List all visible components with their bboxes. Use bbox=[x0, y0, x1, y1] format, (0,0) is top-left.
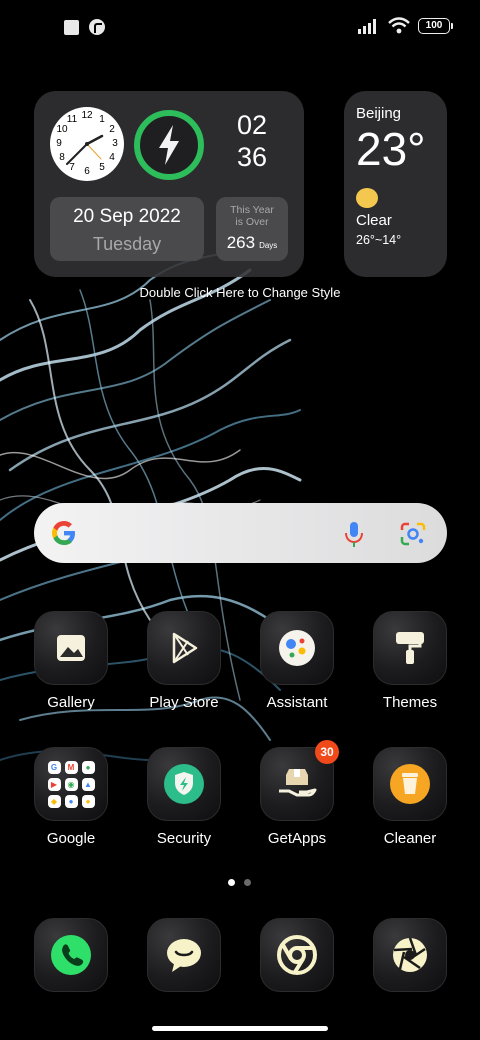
clock-hands bbox=[66, 134, 104, 165]
lens-icon[interactable] bbox=[400, 522, 426, 546]
sun-icon bbox=[356, 188, 378, 208]
folder-app-icon: ◉ bbox=[64, 777, 78, 791]
page-dot-active bbox=[228, 879, 235, 886]
dock-chrome[interactable] bbox=[247, 918, 347, 992]
app-google-folder[interactable]: G M ● ▶ ◉ ▲ ◆ ● ● Google bbox=[21, 747, 121, 847]
weather-temperature: 23° bbox=[356, 123, 426, 175]
minute-text: 36 bbox=[236, 142, 268, 172]
app-label: Google bbox=[46, 830, 96, 847]
google-g-icon bbox=[52, 521, 75, 545]
dock-phone[interactable] bbox=[21, 918, 121, 992]
app-getapps[interactable]: 30 GetApps bbox=[247, 740, 347, 847]
weather-range: 26°~14° bbox=[356, 233, 402, 247]
change-style-hint[interactable]: Double Click Here to Change Style bbox=[0, 285, 480, 300]
wifi-icon bbox=[388, 17, 410, 34]
app-security[interactable]: Security bbox=[134, 747, 234, 847]
page-indicator bbox=[228, 879, 251, 886]
mic-icon[interactable] bbox=[342, 520, 366, 548]
security-icon bbox=[147, 747, 221, 821]
page-dot bbox=[244, 879, 251, 886]
battery-ring-icon bbox=[134, 110, 204, 180]
folder-app-icon: ● bbox=[81, 794, 95, 808]
status-bar: 100 bbox=[0, 0, 480, 54]
dock-camera[interactable] bbox=[360, 918, 460, 992]
phone-icon bbox=[34, 918, 108, 992]
clock-widget[interactable]: 12 1 2 3 4 5 6 7 8 9 10 11 02 36 20 Sep … bbox=[34, 91, 304, 277]
hour-text: 02 bbox=[236, 110, 268, 140]
weather-widget[interactable]: Beijing 23° Clear 26°~14° bbox=[344, 91, 447, 277]
assistant-icon bbox=[260, 611, 334, 685]
signal-icon bbox=[358, 18, 376, 34]
gallery-icon bbox=[34, 611, 108, 685]
app-label: Security bbox=[156, 830, 212, 847]
google-folder-icon: G M ● ▶ ◉ ▲ ◆ ● ● bbox=[34, 747, 108, 821]
date-text: 20 Sep 2022 bbox=[73, 206, 181, 227]
app-themes[interactable]: Themes bbox=[360, 611, 460, 711]
folder-app-icon: ● bbox=[64, 794, 78, 808]
messages-icon bbox=[147, 918, 221, 992]
folder-app-icon: M bbox=[64, 760, 78, 774]
folder-app-icon: ▶ bbox=[47, 777, 61, 791]
folder-app-icon: G bbox=[47, 760, 61, 774]
getapps-icon: 30 bbox=[260, 740, 339, 821]
notification-app-icon bbox=[89, 19, 105, 35]
themes-icon bbox=[373, 611, 447, 685]
folder-app-icon: ▲ bbox=[81, 777, 95, 791]
notification-square-icon bbox=[64, 19, 79, 35]
dock-messages[interactable] bbox=[134, 918, 234, 992]
app-label: GetApps bbox=[267, 830, 327, 847]
battery-indicator: 100 bbox=[418, 17, 453, 34]
app-label: Themes bbox=[382, 694, 438, 711]
google-search-bar[interactable] bbox=[34, 503, 447, 563]
app-gallery[interactable]: Gallery bbox=[21, 611, 121, 711]
folder-app-icon: ● bbox=[81, 760, 95, 774]
year-progress-box: This Year is Over 263 Days bbox=[216, 197, 288, 261]
app-cleaner[interactable]: Cleaner bbox=[360, 747, 460, 847]
weather-city: Beijing bbox=[356, 105, 402, 122]
camera-icon bbox=[373, 918, 447, 992]
cleaner-icon bbox=[373, 747, 447, 821]
app-label: Cleaner bbox=[383, 830, 437, 847]
app-play-store[interactable]: Play Store bbox=[134, 611, 234, 711]
app-label: Play Store bbox=[149, 694, 219, 711]
app-assistant[interactable]: Assistant bbox=[247, 611, 347, 711]
digital-time: 02 36 bbox=[224, 109, 280, 173]
folder-app-icon: ◆ bbox=[47, 794, 61, 808]
analog-clock: 12 1 2 3 4 5 6 7 8 9 10 11 bbox=[50, 107, 124, 181]
year-label: This Year is Over bbox=[230, 204, 274, 228]
days-count: 263 Days bbox=[226, 233, 278, 252]
app-label: Assistant bbox=[266, 694, 328, 711]
weather-condition: Clear bbox=[356, 212, 392, 229]
date-box: 20 Sep 2022 Tuesday bbox=[50, 197, 204, 261]
home-indicator[interactable] bbox=[152, 1026, 328, 1031]
app-label: Gallery bbox=[47, 694, 95, 711]
play-store-icon bbox=[147, 611, 221, 685]
weekday-text: Tuesday bbox=[92, 234, 162, 254]
chrome-icon bbox=[260, 918, 334, 992]
notification-badge: 30 bbox=[315, 740, 339, 764]
